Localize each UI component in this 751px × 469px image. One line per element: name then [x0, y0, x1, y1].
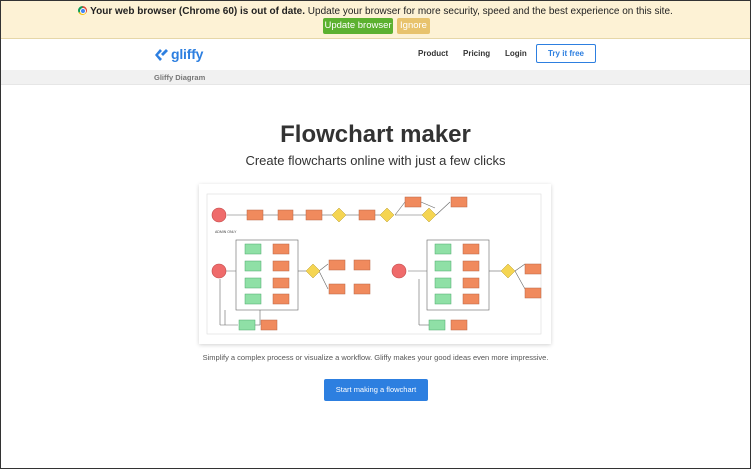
chrome-icon [78, 6, 88, 15]
nav-product[interactable]: Product [418, 49, 448, 58]
page-subtitle: Create flowcharts online with just a few… [245, 153, 506, 168]
page-frame: Your web browser (Chrome 60) is out of d… [0, 0, 751, 469]
update-browser-button[interactable]: Update browser [323, 18, 393, 34]
browser-warning-message: Your web browser (Chrome 60) is out of d… [1, 6, 750, 17]
page-title: Flowchart maker [280, 121, 471, 148]
top-nav: gliffy Product Pricing Login Try it free [1, 40, 750, 70]
browser-warning-text: Update your browser for more security, s… [305, 6, 673, 17]
nav-login[interactable]: Login [505, 49, 527, 58]
nav-pricing[interactable]: Pricing [463, 49, 490, 58]
ignore-button[interactable]: Ignore [397, 18, 430, 34]
breadcrumb-item[interactable]: Gliffy Diagram [154, 73, 205, 82]
flowchart-example-image: ADMIN ONLY [199, 184, 551, 344]
logo-text: gliffy [171, 46, 204, 62]
diagram-label: ADMIN ONLY [215, 230, 237, 234]
flowchart-diagram: ADMIN ONLY [206, 193, 542, 335]
gliffy-logo[interactable]: gliffy [153, 44, 203, 64]
gliffy-logo-icon [155, 49, 168, 61]
browser-warning-bold: Your web browser (Chrome 60) is out of d… [90, 6, 306, 17]
start-flowchart-button[interactable]: Start making a flowchart [324, 379, 428, 401]
try-it-free-button[interactable]: Try it free [536, 44, 596, 63]
tagline: Simplify a complex process or visualize … [202, 353, 549, 362]
browser-warning-bar: Your web browser (Chrome 60) is out of d… [1, 1, 750, 39]
breadcrumb: Gliffy Diagram [1, 70, 750, 85]
